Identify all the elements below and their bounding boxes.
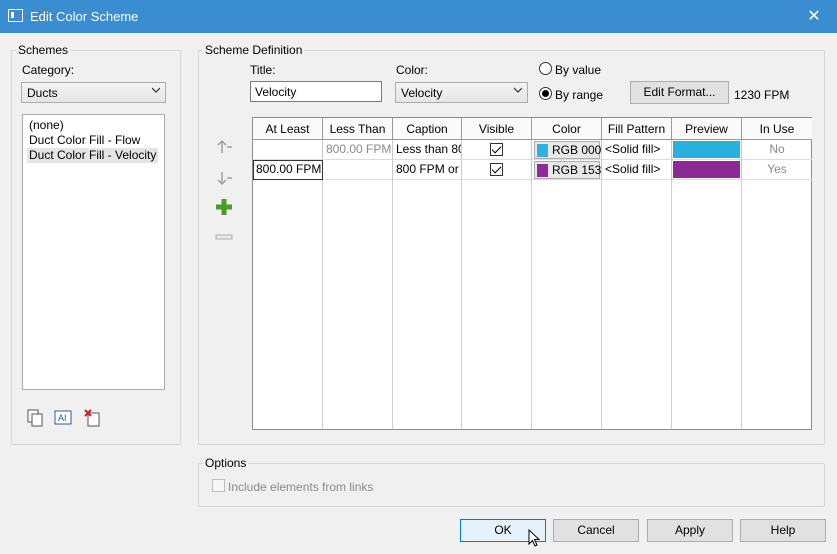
chevron-down-icon [514, 87, 522, 93]
svg-text:AI: AI [58, 413, 67, 423]
header-color[interactable]: Color [532, 118, 602, 140]
row1-color-text: RGB 000 [552, 143, 602, 157]
rename-icon[interactable]: AI [53, 408, 73, 428]
scheme-definition-label: Scheme Definition [203, 43, 305, 57]
header-at-least[interactable]: At Least [253, 118, 323, 140]
category-value: Ducts [27, 86, 58, 100]
header-preview[interactable]: Preview [672, 118, 742, 140]
category-dropdown[interactable]: Ducts [21, 82, 166, 103]
row1-fill-pattern[interactable]: <Solid fill> [602, 140, 672, 160]
title-label: Title: [250, 63, 276, 77]
row1-visible[interactable] [462, 140, 532, 160]
row2-color[interactable]: RGB 153 [532, 160, 602, 180]
schemes-group-label: Schemes [16, 43, 71, 57]
row2-color-swatch [537, 164, 548, 178]
row1-caption[interactable]: Less than 80 [393, 140, 462, 160]
schemes-list[interactable]: (none) Duct Color Fill - Flow Duct Color… [22, 114, 165, 390]
row2-visible[interactable] [462, 160, 532, 180]
apply-button[interactable]: Apply [647, 519, 733, 542]
scheme-item-velocity[interactable]: Duct Color Fill - Velocity [27, 148, 159, 163]
row1-preview-swatch [673, 141, 740, 158]
chevron-down-icon [152, 87, 160, 93]
row1-color-button[interactable]: RGB 000 [534, 141, 602, 159]
row2-color-button[interactable]: RGB 153 [534, 161, 602, 179]
scheme-item-flow[interactable]: Duct Color Fill - Flow [27, 133, 142, 148]
arrow-up-icon[interactable] [215, 137, 235, 157]
row1-preview [672, 140, 742, 160]
scheme-item-none[interactable]: (none) [27, 118, 66, 133]
row1-color-swatch [537, 144, 548, 158]
help-button[interactable]: Help [740, 519, 826, 542]
row2-fill-pattern[interactable]: <Solid fill> [602, 160, 672, 180]
minus-icon[interactable] [214, 227, 234, 247]
delete-icon[interactable] [83, 408, 103, 428]
header-caption[interactable]: Caption [393, 118, 462, 140]
header-in-use[interactable]: In Use [742, 118, 812, 140]
duplicate-icon[interactable] [25, 408, 45, 428]
options-group-label: Options [203, 456, 249, 470]
row2-visible-checkbox[interactable] [490, 163, 503, 177]
cancel-button[interactable]: Cancel [553, 519, 639, 542]
header-fill-pattern[interactable]: Fill Pattern [602, 118, 672, 140]
row2-in-use: Yes [742, 160, 812, 180]
include-links-checkbox[interactable] [212, 479, 225, 492]
header-less-than[interactable]: Less Than [323, 118, 393, 140]
row1-less-than[interactable]: 800.00 FPM [323, 140, 393, 160]
edit-format-button[interactable]: Edit Format... [630, 81, 729, 104]
row1-visible-checkbox[interactable] [490, 143, 503, 157]
by-range-radio[interactable] [539, 87, 552, 100]
row1-color[interactable]: RGB 000 [532, 140, 602, 160]
color-label: Color: [396, 63, 429, 77]
category-label: Category: [22, 63, 75, 77]
by-value-radio[interactable] [539, 62, 552, 75]
include-links-label: Include elements from links [228, 480, 374, 494]
row1-at-least[interactable] [253, 140, 323, 160]
mouse-cursor-icon [528, 529, 541, 547]
units-text: 1230 FPM [734, 88, 790, 102]
plus-icon[interactable] [214, 197, 234, 217]
row2-preview [672, 160, 742, 180]
header-visible[interactable]: Visible [462, 118, 532, 140]
dialog-icon [8, 9, 23, 22]
by-value-label: By value [555, 63, 602, 77]
row2-less-than[interactable] [323, 160, 393, 180]
color-value: Velocity [401, 86, 443, 100]
title-bar: Edit Color Scheme ✕ [0, 0, 837, 33]
row2-preview-swatch [673, 161, 740, 178]
color-dropdown[interactable]: Velocity [395, 82, 528, 103]
dialog-title: Edit Color Scheme [30, 9, 139, 24]
row2-caption[interactable]: 800 FPM or [393, 160, 462, 180]
title-input[interactable] [250, 81, 382, 102]
row2-at-least[interactable]: 800.00 FPM [253, 160, 323, 180]
ranges-table: At Least Less Than Caption Visible Color… [252, 117, 812, 430]
by-range-label: By range [555, 88, 604, 102]
close-button[interactable]: ✕ [791, 0, 837, 33]
row1-in-use: No [742, 140, 812, 160]
row2-color-text: RGB 153 [552, 163, 602, 177]
arrow-down-icon[interactable] [215, 168, 235, 188]
